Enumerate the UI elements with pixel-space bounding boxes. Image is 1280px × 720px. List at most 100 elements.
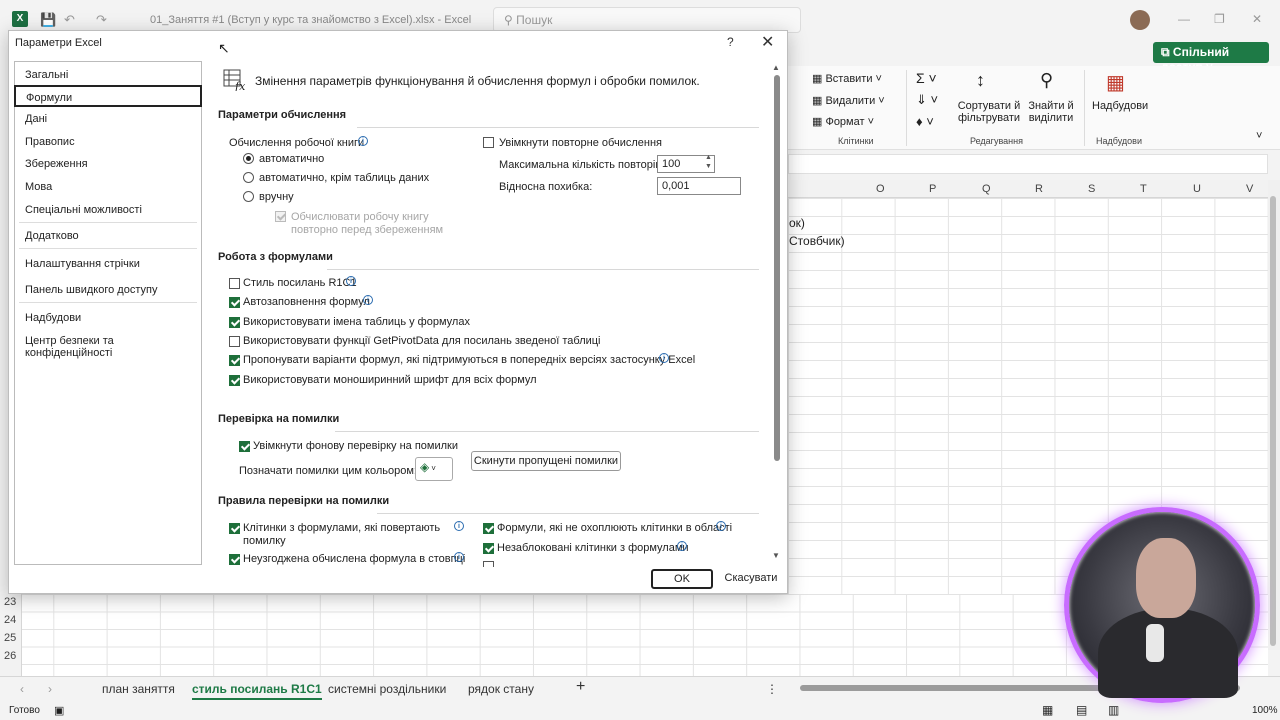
rule-inconsistent-checkbox[interactable]	[229, 554, 240, 565]
iterative-calc-checkbox[interactable]	[483, 137, 494, 148]
column-header[interactable]: T	[1140, 183, 1147, 195]
nav-item-save[interactable]: Збереження	[15, 153, 201, 175]
column-header[interactable]: P	[929, 183, 936, 195]
minimize-icon[interactable]: —	[1178, 12, 1190, 26]
row-header[interactable]: 24	[4, 614, 16, 626]
row-header[interactable]: 26	[4, 650, 16, 662]
background-errors-label[interactable]: Увімкнути фонову перевірку на помилки	[253, 440, 458, 452]
info-icon[interactable]: i	[454, 552, 464, 562]
cell-text[interactable]: Стовбчик)	[789, 234, 845, 248]
nav-item-accessibility[interactable]: Спеціальні можливості	[15, 199, 201, 221]
nav-item-general[interactable]: Загальні	[15, 64, 201, 86]
legacy-formulas-checkbox[interactable]	[229, 355, 240, 366]
row-header[interactable]: 23	[4, 596, 16, 608]
format-button[interactable]: ▦ Формат ˅	[812, 115, 874, 128]
nav-item-language[interactable]: Мова	[15, 176, 201, 198]
help-button[interactable]: ?	[727, 35, 734, 49]
recalc-before-save-checkbox[interactable]	[275, 211, 286, 222]
more-sheets-icon[interactable]: ⋮	[766, 682, 778, 696]
nav-item-advanced[interactable]: Додатково	[15, 225, 201, 247]
calc-auto-radio[interactable]	[243, 153, 254, 164]
zoom-level[interactable]: 100%	[1252, 705, 1278, 716]
nav-item-trust-center[interactable]: Центр безпеки та конфіденційності	[15, 330, 201, 359]
rule-error-formulas-label-2[interactable]: помилку	[243, 535, 286, 547]
cancel-button[interactable]: Скасувати	[721, 569, 781, 589]
reset-ignored-errors-button[interactable]: Скинути пропущені помилки	[471, 451, 621, 471]
clear-icon[interactable]: ♦ ˅	[916, 114, 934, 129]
spin-up-icon[interactable]: ▲	[705, 154, 712, 161]
undo-icon[interactable]: ↶	[64, 12, 75, 28]
autocomplete-checkbox[interactable]	[229, 297, 240, 308]
nav-item-customize-ribbon[interactable]: Налаштування стрічки	[15, 253, 201, 275]
normal-view-icon[interactable]: ▦	[1042, 703, 1053, 717]
sheet-tab[interactable]: план заняття	[102, 682, 175, 696]
info-icon[interactable]: i	[454, 521, 464, 531]
next-sheet-icon[interactable]: ›	[48, 682, 52, 696]
maximize-icon[interactable]: ❐	[1214, 12, 1225, 26]
spin-down-icon[interactable]: ▼	[705, 163, 712, 170]
background-errors-checkbox[interactable]	[239, 441, 250, 452]
rule-error-formulas-label[interactable]: Клітинки з формулами, які повертають	[243, 522, 440, 534]
prev-sheet-icon[interactable]: ‹	[20, 682, 24, 696]
error-color-picker[interactable]: ◈ ˅	[415, 457, 453, 481]
getpivotdata-checkbox[interactable]	[229, 336, 240, 347]
rule-unlocked-checkbox[interactable]	[483, 543, 494, 554]
info-icon[interactable]: i	[716, 521, 726, 531]
insert-button[interactable]: ▦ Вставити ˅	[812, 72, 882, 85]
rule-empty-cells-checkbox[interactable]	[483, 561, 494, 567]
monospace-checkbox[interactable]	[229, 375, 240, 386]
column-header[interactable]: O	[876, 183, 885, 195]
scroll-up-icon[interactable]: ▲	[772, 63, 780, 72]
info-icon[interactable]: i	[659, 353, 669, 363]
max-change-input[interactable]: 0,001	[657, 177, 741, 195]
add-sheet-icon[interactable]: +	[576, 678, 585, 696]
ok-button[interactable]: OK	[651, 569, 713, 589]
fill-icon[interactable]: ⇓ ˅	[916, 92, 938, 108]
info-icon[interactable]: i	[363, 295, 373, 305]
rule-unlocked-label[interactable]: Незаблоковані клітинки з формулами	[497, 542, 689, 554]
rule-omit-cells-checkbox[interactable]	[483, 523, 494, 534]
info-icon[interactable]: i	[677, 541, 687, 551]
dialog-scroll-thumb[interactable]	[774, 75, 780, 461]
redo-icon[interactable]: ↷	[96, 12, 107, 28]
accessibility-icon[interactable]: ▣	[54, 704, 64, 717]
nav-item-formulas[interactable]: Формули	[14, 85, 202, 107]
share-button[interactable]: ⧉ Спільний доступ ˅	[1153, 42, 1269, 74]
table-names-label[interactable]: Використовувати імена таблиць у формулах	[243, 316, 470, 328]
sheet-tab[interactable]: системні роздільники	[328, 682, 446, 696]
calc-auto-label[interactable]: автоматично	[259, 153, 324, 165]
rule-inconsistent-label[interactable]: Неузгоджена обчислена формула в стовпці	[243, 553, 465, 565]
row-header[interactable]: 25	[4, 632, 16, 644]
getpivotdata-label[interactable]: Використовувати функції GetPivotData для…	[243, 335, 601, 347]
find-select-button[interactable]: Знайти й виділити	[1024, 100, 1078, 124]
addins-button[interactable]: Надбудови	[1092, 100, 1148, 112]
nav-item-addins[interactable]: Надбудови	[15, 307, 201, 329]
save-icon[interactable]: 💾	[40, 12, 56, 28]
calc-auto-except-radio[interactable]	[243, 172, 254, 183]
calc-auto-except-label[interactable]: автоматично, крім таблиць даних	[259, 172, 429, 184]
column-header[interactable]: V	[1246, 183, 1253, 195]
page-break-icon[interactable]: ▥	[1108, 703, 1119, 717]
autosum-icon[interactable]: Σ ˅	[916, 70, 937, 86]
user-avatar[interactable]	[1130, 10, 1150, 30]
info-icon[interactable]: i	[358, 136, 368, 146]
nav-item-quick-access[interactable]: Панель швидкого доступу	[15, 279, 201, 301]
close-icon[interactable]: ✕	[761, 32, 774, 52]
info-icon[interactable]: i	[346, 276, 356, 286]
rule-error-formulas-checkbox[interactable]	[229, 523, 240, 534]
monospace-label[interactable]: Використовувати моноширинний шрифт для в…	[243, 374, 537, 386]
calc-manual-radio[interactable]	[243, 191, 254, 202]
sheet-tab[interactable]: рядок стану	[468, 682, 534, 696]
sheet-tab-active[interactable]: стиль посилань R1C1	[192, 682, 322, 700]
rule-omit-cells-label[interactable]: Формули, які не охоплюють клітинки в обл…	[497, 522, 732, 534]
iterative-calc-label[interactable]: Увімкнути повторне обчислення	[499, 137, 662, 149]
column-header[interactable]: U	[1193, 183, 1201, 195]
autocomplete-label[interactable]: Автозаповнення формул	[243, 296, 370, 308]
nav-item-data[interactable]: Дані	[15, 108, 201, 130]
cell-text[interactable]: ок)	[789, 216, 805, 230]
formula-bar[interactable]	[788, 154, 1268, 174]
sort-filter-button[interactable]: Сортувати й фільтрувати	[956, 100, 1022, 124]
table-names-checkbox[interactable]	[229, 317, 240, 328]
legacy-formulas-label[interactable]: Пропонувати варіанти формул, які підтрим…	[243, 354, 695, 366]
delete-button[interactable]: ▦ Видалити ˅	[812, 94, 885, 107]
